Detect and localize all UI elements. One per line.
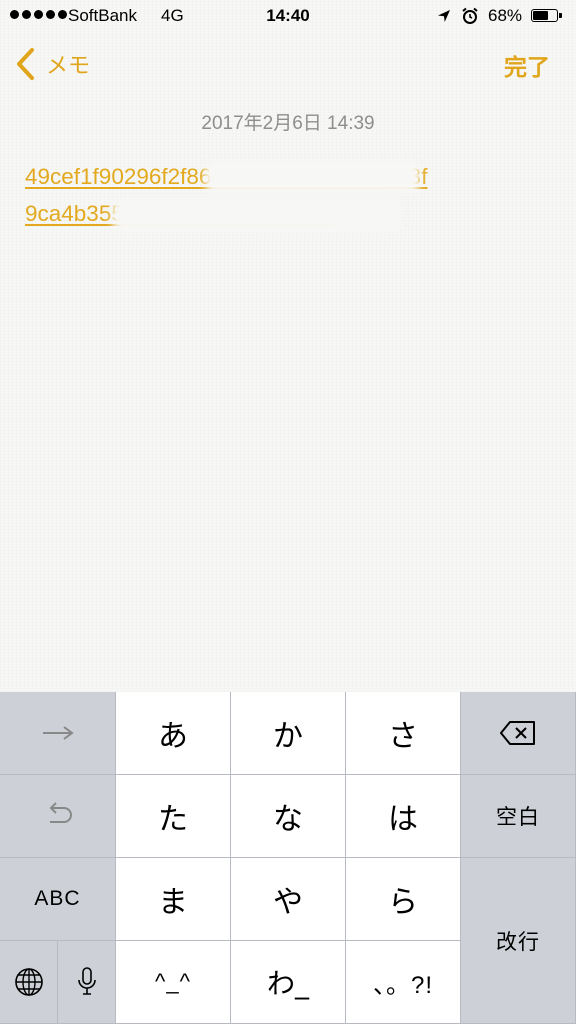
key-kaomoji[interactable]: ^_^	[116, 941, 231, 1024]
arrow-right-icon	[42, 726, 74, 740]
location-arrow-icon	[438, 10, 450, 22]
key-punctuation[interactable]: 、。?!	[346, 941, 461, 1024]
key-sa[interactable]: さ	[346, 692, 461, 775]
redaction-blur	[112, 198, 402, 232]
done-button[interactable]: 完了	[504, 48, 550, 82]
delete-key[interactable]	[461, 692, 576, 775]
key-ra[interactable]: ら	[346, 858, 461, 941]
undo-key[interactable]	[0, 775, 116, 858]
abc-mode-key[interactable]: ABC	[0, 858, 116, 941]
note-date: 2017年2月6日 14:39	[201, 113, 375, 134]
battery-icon	[531, 9, 562, 22]
key-ya[interactable]: や	[231, 858, 346, 941]
key-ta[interactable]: た	[116, 775, 231, 858]
dictation-key[interactable]	[58, 941, 116, 1024]
battery-percent: 68%	[488, 6, 523, 25]
cursor-right-key[interactable]	[0, 692, 116, 775]
key-ka[interactable]: か	[231, 692, 346, 775]
back-button-label: メモ	[46, 54, 91, 79]
chevron-left-icon	[17, 48, 34, 80]
delete-backspace-icon	[500, 721, 535, 745]
return-key[interactable]: 改行	[461, 858, 576, 1024]
key-ma[interactable]: ま	[116, 858, 231, 941]
key-na[interactable]: な	[231, 775, 346, 858]
key-a[interactable]: あ	[116, 692, 231, 775]
key-ha[interactable]: は	[346, 775, 461, 858]
space-key[interactable]: 空白	[461, 775, 576, 858]
globe-icon	[14, 968, 43, 996]
key-wa[interactable]: わ_	[231, 941, 346, 1024]
note-paper-background	[0, 0, 576, 692]
status-bar: SoftBank 4G 14:40 68%	[0, 0, 576, 32]
alarm-clock-icon	[462, 7, 478, 24]
back-button[interactable]: メモ	[14, 44, 90, 84]
undo-icon	[49, 802, 72, 823]
japanese-kana-keyboard: あ か さ た な は 空白 ABC ま や ら 改行 ^_^ わ_ 、。?!	[0, 692, 576, 1024]
microphone-icon	[77, 967, 96, 995]
globe-key[interactable]	[0, 941, 58, 1024]
redaction-blur	[205, 160, 420, 194]
